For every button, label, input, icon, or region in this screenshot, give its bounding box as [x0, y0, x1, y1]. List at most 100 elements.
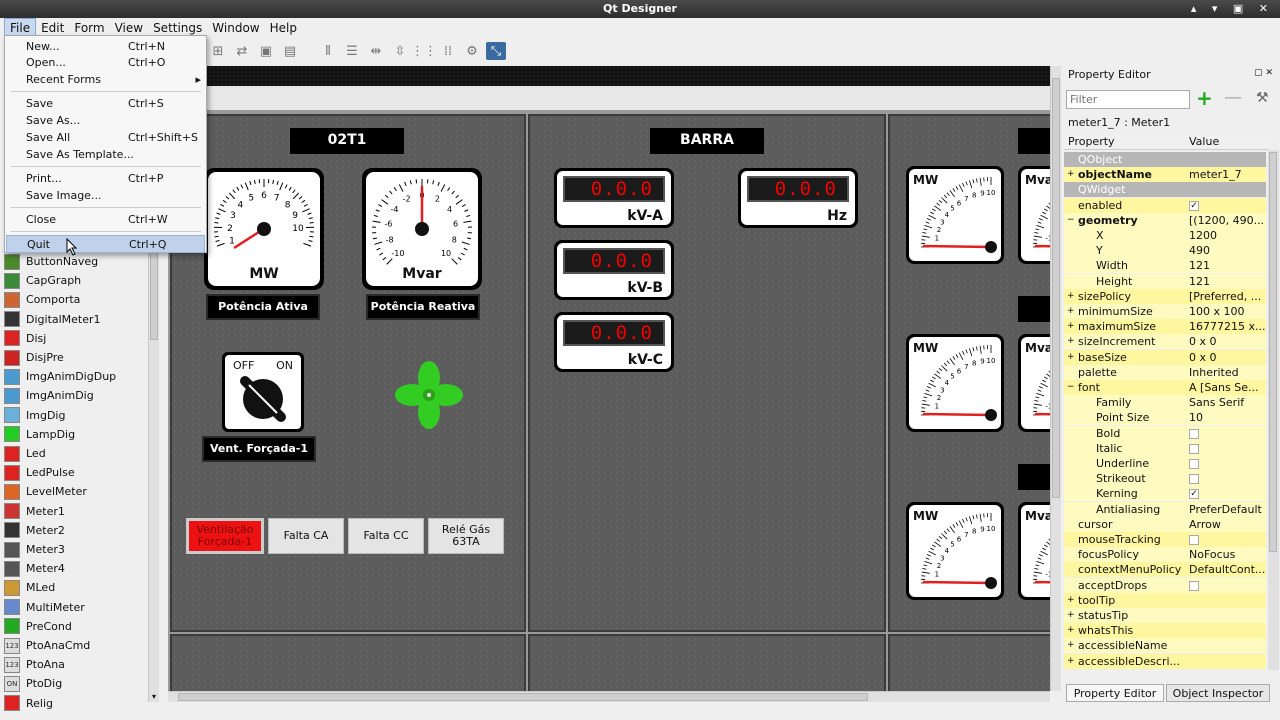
property-value[interactable]: NoFocus — [1189, 547, 1267, 562]
property-row[interactable]: X 1200 — [1064, 228, 1266, 243]
property-row[interactable]: + accessibleName — [1064, 638, 1266, 654]
layout-vsplitter-icon[interactable]: ⇳ — [390, 42, 410, 60]
property-value[interactable]: 0 x 0 — [1189, 334, 1267, 349]
file-menu-item[interactable]: Print... Ctrl+P — [6, 170, 205, 188]
expand-icon[interactable]: + — [1067, 654, 1075, 669]
expand-icon[interactable]: − — [1067, 380, 1075, 395]
property-row[interactable]: palette Inherited — [1064, 364, 1267, 380]
alarm-button[interactable]: Falta CC — [348, 518, 424, 554]
mini-meter[interactable]: MW 1 2 3 4 5 6 7 8 9 10 — [906, 502, 1004, 600]
property-row[interactable]: enabled ✓ — [1064, 197, 1267, 213]
widget-box-item[interactable]: Meter4 — [4, 559, 149, 578]
property-value[interactable]: PreferDefault — [1189, 502, 1267, 517]
property-value[interactable]: A [Sans Se... — [1189, 380, 1267, 395]
widget-box-item[interactable]: MultiMeter — [4, 598, 149, 617]
property-value[interactable]: ✓ — [1189, 198, 1267, 213]
widget-box-item[interactable]: Disj — [4, 329, 149, 348]
layout-hsplitter-icon[interactable]: ⇹ — [366, 42, 386, 60]
form-canvas[interactable]: 02T1 1 2 3 4 5 6 7 8 9 10 MW Potência Ativa -10 -8… — [168, 66, 1050, 691]
digital-meter-kva[interactable]: 0.0.0 kV-A — [554, 168, 674, 228]
widget-box-item[interactable]: 123 PtoAna — [4, 655, 149, 674]
property-value[interactable]: ✓ — [1189, 486, 1267, 501]
adjust-size-icon[interactable]: ⤡ — [486, 42, 506, 60]
property-filter-input[interactable] — [1066, 90, 1190, 109]
property-value[interactable]: Inherited — [1189, 365, 1267, 380]
widget-box-item[interactable]: LedPulse — [4, 463, 149, 482]
checkbox[interactable] — [1189, 535, 1199, 545]
property-value[interactable]: Sans Serif — [1189, 395, 1267, 410]
gauge-mw[interactable]: 1 2 3 4 5 6 7 8 9 10 MW — [204, 168, 324, 290]
remove-property-icon[interactable]: — — [1224, 88, 1242, 108]
tab-property-editor[interactable]: Property Editor — [1066, 684, 1164, 702]
digital-meter-kvb[interactable]: 0.0.0 kV-B — [554, 240, 674, 300]
expand-icon[interactable]: + — [1067, 608, 1075, 623]
property-scrollbar[interactable] — [1268, 150, 1279, 670]
window-controls[interactable]: ▴ ▾ ▣ ✕ — [1191, 0, 1274, 18]
mini-meter[interactable]: Mva-1-2-3-4-5 — [1018, 334, 1050, 432]
digital-meter-hz[interactable]: 0.0.0 Hz — [738, 168, 858, 228]
dock-controls-icon[interactable]: ▢✕ — [1254, 68, 1276, 78]
widget-box-item[interactable]: DisjPre — [4, 348, 149, 367]
edit-signals-icon[interactable]: ⇄ — [232, 42, 252, 60]
gauge-mvar[interactable]: -10-8-6-4-20246810 Mvar — [362, 168, 482, 290]
file-menu-item[interactable]: Save Ctrl+S — [6, 95, 205, 113]
widget-box-item[interactable]: LevelMeter — [4, 482, 149, 501]
property-row[interactable]: Kerning ✓ — [1064, 486, 1267, 502]
layout-vertical-icon[interactable]: ☰ — [342, 42, 362, 60]
property-row[interactable]: + objectName meter1_7 — [1064, 167, 1267, 183]
canvas-hscrollbar[interactable] — [168, 691, 1050, 702]
expand-icon[interactable]: + — [1067, 304, 1075, 319]
property-row[interactable]: Bold — [1064, 425, 1266, 441]
layout-form-icon[interactable]: ⁞⁞ — [438, 42, 458, 60]
break-layout-icon[interactable]: ⚙ — [462, 42, 482, 60]
checkbox[interactable] — [1189, 443, 1199, 454]
widget-box-item[interactable]: Meter3 — [4, 540, 149, 559]
property-value[interactable]: meter1_7 — [1189, 167, 1267, 182]
tab-object-inspector[interactable]: Object Inspector — [1166, 684, 1270, 702]
property-row[interactable]: + minimumSize 100 x 100 — [1064, 304, 1266, 319]
property-row[interactable]: QWidget — [1064, 182, 1266, 198]
property-row[interactable]: Family Sans Serif — [1064, 395, 1267, 411]
property-value[interactable]: 100 x 100 — [1189, 304, 1267, 319]
widget-box-item[interactable]: DigitalMeter1 — [4, 310, 149, 329]
property-row[interactable]: + sizePolicy [Preferred, ... — [1064, 288, 1267, 304]
property-row[interactable]: + statusTip — [1064, 608, 1266, 623]
property-row[interactable]: − font A [Sans Se... — [1064, 380, 1266, 395]
property-row[interactable]: Width 121 — [1064, 258, 1266, 274]
widget-box-item[interactable]: Led — [4, 444, 149, 463]
property-row[interactable]: Italic — [1064, 440, 1266, 456]
property-row[interactable]: − geometry [(1200, 490... — [1064, 212, 1266, 228]
property-value[interactable] — [1189, 471, 1267, 486]
property-value[interactable] — [1189, 456, 1267, 471]
widget-box-item[interactable]: CapGraph — [4, 271, 149, 290]
widget-box-item[interactable]: Comporta — [4, 290, 149, 309]
file-menu-item[interactable]: Quit Ctrl+Q — [6, 235, 205, 253]
property-row[interactable]: Antialiasing PreferDefault — [1064, 501, 1267, 517]
widget-box-item[interactable]: Meter2 — [4, 521, 149, 540]
file-menu-item[interactable]: Save As... — [6, 112, 205, 130]
widget-box-item[interactable]: ON PtoDig — [4, 674, 149, 693]
expand-icon[interactable]: + — [1067, 167, 1075, 182]
fan-switch[interactable]: OFF ON — [222, 352, 304, 432]
expand-icon[interactable]: + — [1067, 623, 1075, 638]
checkbox[interactable] — [1189, 580, 1199, 591]
menu-help[interactable]: Help — [265, 19, 302, 37]
file-menu-item[interactable]: Save As Template... — [6, 146, 205, 164]
edit-widgets-icon[interactable]: ⊞ — [208, 42, 228, 60]
property-row[interactable]: Point Size 10 — [1064, 410, 1266, 426]
digital-meter-kvc[interactable]: 0.0.0 kV-C — [554, 312, 674, 372]
widget-box-item[interactable]: LampDig — [4, 425, 149, 444]
property-row[interactable]: cursor Arrow — [1064, 516, 1267, 532]
property-row[interactable]: acceptDrops — [1064, 577, 1266, 593]
property-value[interactable]: 490 — [1189, 243, 1267, 258]
expand-icon[interactable]: − — [1067, 213, 1075, 228]
alarm-button[interactable]: Falta CA — [268, 518, 344, 554]
widget-box-item[interactable]: PreCond — [4, 617, 149, 636]
file-menu-item[interactable]: Close Ctrl+W — [6, 211, 205, 229]
menu-window[interactable]: Window — [207, 19, 264, 37]
file-menu-item[interactable]: Save All Ctrl+Shift+S — [6, 129, 205, 147]
property-value[interactable]: Arrow — [1189, 517, 1267, 532]
checkbox[interactable] — [1189, 474, 1199, 485]
property-value[interactable]: [Preferred, ... — [1189, 289, 1267, 304]
configure-icon[interactable]: ⚒ — [1256, 90, 1269, 106]
